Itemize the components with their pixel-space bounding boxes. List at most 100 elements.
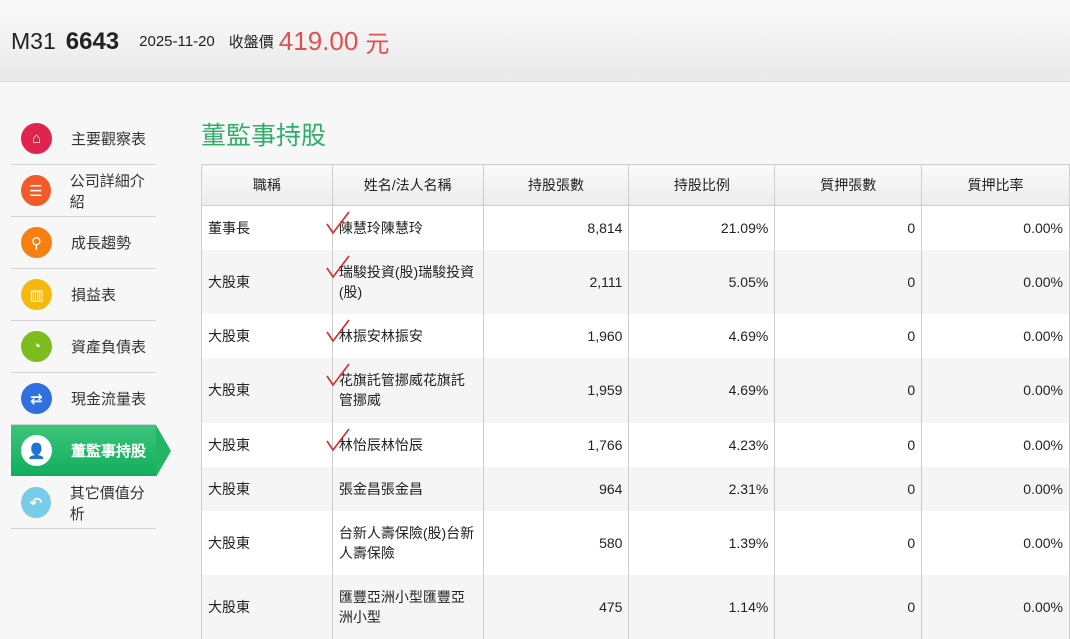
- checkmark-icon: [326, 319, 350, 342]
- cell-ratio: 2.31%: [628, 466, 776, 511]
- holder-name: 陳慧玲陳慧玲: [338, 219, 423, 236]
- cell-name: 陳慧玲陳慧玲: [326, 205, 484, 250]
- column-header: 持股張數: [482, 164, 630, 206]
- cell-ratio: 4.69%: [628, 313, 776, 358]
- pie-chart-icon: ◔: [21, 331, 52, 362]
- list-icon: ☰: [21, 175, 51, 206]
- cell-name: 匯豐亞洲小型匯豐亞洲小型: [331, 574, 484, 639]
- stock-header: M31 6643 2025-11-20 收盤價 419.00 元: [0, 0, 1070, 82]
- sidebar-item-label: 損益表: [71, 287, 117, 304]
- cell-title: 大股東: [201, 422, 333, 467]
- sidebar-item-label: 公司詳細介紹: [69, 172, 145, 211]
- cell-pledged: 0: [774, 510, 923, 575]
- holder-name: 林怡辰林怡辰: [338, 436, 423, 453]
- cell-pledge-ratio: 0.00%: [921, 249, 1070, 314]
- cell-title: 大股東: [201, 574, 333, 639]
- cell-pledge-ratio: 0.00%: [921, 205, 1070, 250]
- cell-pledged: 0: [774, 249, 923, 314]
- cell-ratio: 1.39%: [628, 510, 776, 575]
- cell-name: 林怡辰林怡辰: [326, 422, 484, 467]
- table-row: 董事長 陳慧玲陳慧玲 8,814 21.09% 0 0.00%: [201, 205, 1070, 250]
- cell-pledge-ratio: 0.00%: [921, 510, 1070, 575]
- cell-name: 台新人壽保險(股)台新人壽保險: [331, 510, 484, 575]
- table-row: 大股東 林怡辰林怡辰 1,766 4.23% 0 0.00%: [201, 422, 1070, 467]
- cell-shares: 1,960: [482, 313, 630, 358]
- cell-shares: 964: [482, 466, 630, 511]
- table-row: 大股東 張金昌張金昌 964 2.31% 0 0.00%: [201, 466, 1070, 511]
- holder-name: 林振安林振安: [338, 327, 423, 344]
- holder-name: 台新人壽保險(股)台新人壽保險: [338, 524, 475, 561]
- sidebar-item-5[interactable]: ⇄ 現金流量表: [11, 373, 156, 425]
- table-row: 大股東 台新人壽保險(股)台新人壽保險 580 1.39% 0 0.00%: [201, 510, 1070, 575]
- page-title: 董監事持股: [201, 122, 327, 150]
- cell-shares: 1,766: [482, 422, 630, 467]
- sidebar-item-6[interactable]: 👤 董監事持股: [11, 425, 171, 477]
- holder-name: 瑞駿投資(股)瑞駿投資(股): [338, 263, 475, 300]
- cell-pledge-ratio: 0.00%: [921, 574, 1070, 639]
- cell-ratio: 1.14%: [628, 574, 776, 639]
- cell-pledged: 0: [774, 357, 923, 423]
- holder-name: 花旗託管挪威花旗託管挪威: [338, 372, 465, 408]
- user-icon: 👤: [21, 435, 52, 466]
- holder-name: 匯豐亞洲小型匯豐亞洲小型: [338, 588, 465, 625]
- cell-title: 大股東: [201, 357, 333, 423]
- quote-date: 2025-11-20: [139, 33, 215, 50]
- table-row: 大股東 瑞駿投資(股)瑞駿投資(股) 2,111 5.05% 0 0.00%: [201, 249, 1070, 314]
- cell-title: 大股東: [201, 510, 333, 575]
- sidebar-item-label: 現金流量表: [71, 391, 147, 408]
- sidebar-item-3[interactable]: ▥ 損益表: [11, 269, 156, 321]
- sidebar-item-1[interactable]: ☰ 公司詳細介紹: [11, 165, 156, 217]
- sidebar-item-label: 資產負債表: [71, 339, 147, 356]
- cell-shares: 580: [482, 510, 630, 575]
- market-code: M31: [11, 28, 56, 54]
- sidebar-nav: ⌂ 主要觀察表 ☰ 公司詳細介紹 ⚲ 成長趨勢 ▥ 損益表 ◔ 資產負債表 ⇄ 現金流量表 👤 董監事持股…: [11, 113, 171, 529]
- cell-pledge-ratio: 0.00%: [921, 466, 1070, 511]
- sidebar-item-label: 主要觀察表: [71, 131, 147, 148]
- column-header: 職稱: [201, 164, 333, 206]
- sidebar-item-7[interactable]: ↶ 其它價值分析: [11, 477, 156, 529]
- cell-pledge-ratio: 0.00%: [921, 422, 1070, 467]
- column-header: 持股比例: [628, 164, 776, 206]
- cell-pledged: 0: [774, 574, 923, 639]
- holder-name: 張金昌張金昌: [338, 480, 423, 497]
- cell-title: 大股東: [201, 313, 333, 358]
- shareholding-table: 職稱 姓名/法人名稱 持股張數 持股比例 質押張數 質押比率 董事長 陳慧玲陳慧玲 8,814…: [201, 164, 1070, 639]
- table-row: 大股東 匯豐亞洲小型匯豐亞洲小型 475 1.14% 0 0.00%: [201, 574, 1070, 639]
- cell-name: 林振安林振安: [326, 313, 484, 358]
- cell-ratio: 4.23%: [628, 422, 776, 467]
- search-icon: ⚲: [21, 227, 52, 258]
- sidebar-item-label: 成長趨勢: [71, 235, 132, 252]
- sidebar-item-4[interactable]: ◔ 資產負債表: [11, 321, 156, 373]
- home-icon: ⌂: [21, 123, 52, 154]
- sidebar-item-0[interactable]: ⌂ 主要觀察表: [11, 113, 156, 165]
- cell-pledged: 0: [774, 466, 923, 511]
- sidebar-item-label: 董監事持股: [71, 443, 147, 460]
- cell-title: 董事長: [201, 205, 333, 250]
- price-unit: 元: [365, 31, 390, 58]
- cell-pledge-ratio: 0.00%: [921, 357, 1070, 423]
- cell-shares: 2,111: [482, 249, 630, 314]
- sidebar-item-2[interactable]: ⚲ 成長趨勢: [11, 217, 156, 269]
- cell-name: 花旗託管挪威花旗託管挪威: [326, 357, 484, 423]
- column-header: 姓名/法人名稱: [331, 164, 484, 206]
- cell-pledge-ratio: 0.00%: [921, 313, 1070, 358]
- cell-name: 張金昌張金昌: [331, 466, 484, 511]
- transfer-icon: ⇄: [21, 383, 52, 414]
- cell-ratio: 21.09%: [628, 205, 776, 250]
- checkmark-icon: [326, 363, 350, 386]
- cell-ratio: 4.69%: [628, 357, 776, 423]
- stock-code: 6643: [65, 27, 120, 55]
- table-row: 大股東 花旗託管挪威花旗託管挪威 1,959 4.69% 0 0.00%: [201, 357, 1070, 423]
- close-price: 419.00: [278, 26, 359, 56]
- cell-shares: 1,959: [482, 357, 630, 423]
- cell-shares: 475: [482, 574, 630, 639]
- checkmark-icon: [326, 428, 350, 451]
- cell-pledged: 0: [774, 313, 923, 358]
- close-price-label: 收盤價: [228, 34, 274, 51]
- reply-icon: ↶: [21, 487, 51, 518]
- column-header: 質押張數: [774, 164, 923, 206]
- table-row: 大股東 林振安林振安 1,960 4.69% 0 0.00%: [201, 313, 1070, 358]
- cell-title: 大股東: [201, 249, 333, 314]
- checkmark-icon: [326, 255, 350, 278]
- cell-ratio: 5.05%: [628, 249, 776, 314]
